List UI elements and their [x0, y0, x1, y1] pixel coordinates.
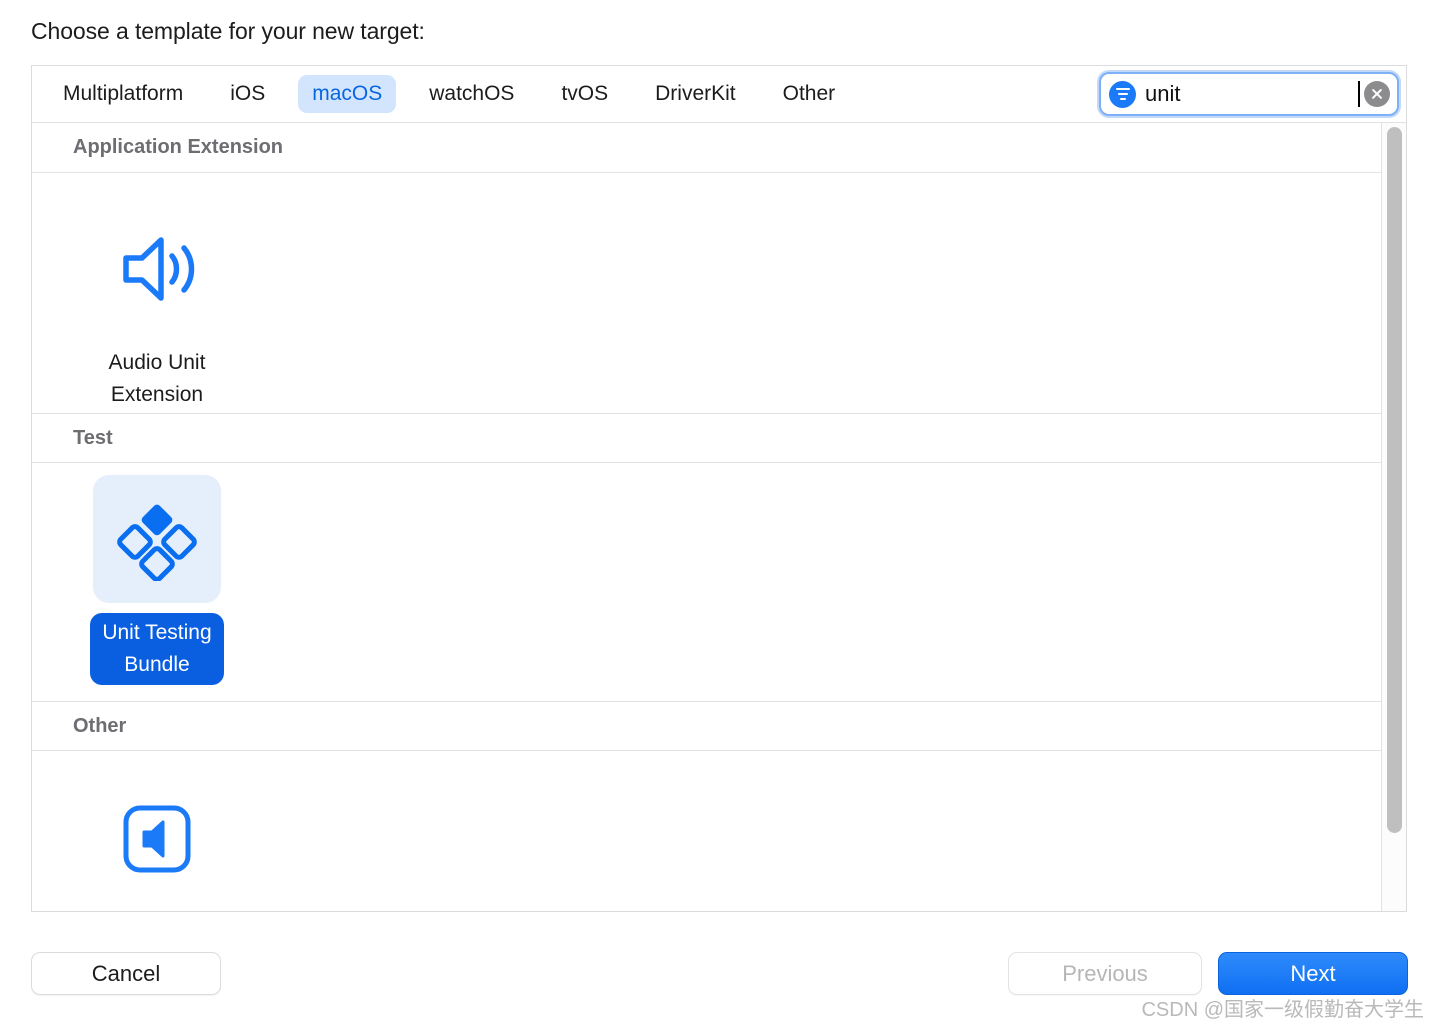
section-header-other: Other: [32, 701, 1381, 751]
search-input[interactable]: [1145, 81, 1362, 107]
tab-multiplatform[interactable]: Multiplatform: [49, 75, 197, 113]
template-tile-other-audio[interactable]: [73, 775, 241, 911]
text-caret: [1358, 81, 1360, 107]
section-header-application-extension: Application Extension: [32, 123, 1381, 173]
tab-ios[interactable]: iOS: [216, 75, 279, 113]
tab-tvos[interactable]: tvOS: [547, 75, 622, 113]
template-tile-audio-unit-extension[interactable]: Audio Unit Extension: [73, 205, 241, 415]
template-list-column: Application Extension Audio Unit Extensi…: [32, 123, 1382, 911]
section-rows-test: Unit Testing Bundle: [32, 463, 1381, 701]
filter-icon: [1109, 80, 1136, 108]
next-button[interactable]: Next: [1218, 952, 1408, 995]
watermark: CSDN @国家一级假勤奋大学生: [1141, 999, 1424, 1021]
list-scrollbar-track[interactable]: [1382, 123, 1406, 911]
template-list: Application Extension Audio Unit Extensi…: [32, 123, 1406, 911]
speaker-waves-icon: [93, 205, 221, 333]
template-tile-label: Unit Testing Bundle: [90, 613, 224, 685]
clear-icon[interactable]: [1364, 81, 1390, 107]
previous-button[interactable]: Previous: [1008, 952, 1202, 995]
tab-driverkit[interactable]: DriverKit: [641, 75, 750, 113]
section-rows-other: [32, 751, 1381, 911]
diamonds-test-icon: [93, 475, 221, 603]
template-chooser-panel: Multiplatform iOS macOS watchOS tvOS Dri…: [31, 65, 1407, 912]
tab-watchos[interactable]: watchOS: [415, 75, 528, 113]
list-scrollbar-thumb[interactable]: [1387, 127, 1402, 833]
cancel-button[interactable]: Cancel: [31, 952, 221, 995]
section-header-test: Test: [32, 413, 1381, 463]
tab-other[interactable]: Other: [769, 75, 850, 113]
template-search-field[interactable]: [1099, 72, 1399, 116]
page-title: Choose a template for your new target:: [31, 18, 425, 44]
template-tile-unit-testing-bundle[interactable]: Unit Testing Bundle: [73, 475, 241, 685]
section-rows-application-extension: Audio Unit Extension: [32, 173, 1381, 413]
speaker-boxed-icon: [93, 775, 221, 903]
template-tile-label: Audio Unit Extension: [108, 351, 206, 406]
tab-macos[interactable]: macOS: [298, 75, 397, 113]
platform-tabbar: Multiplatform iOS macOS watchOS tvOS Dri…: [32, 66, 1406, 123]
